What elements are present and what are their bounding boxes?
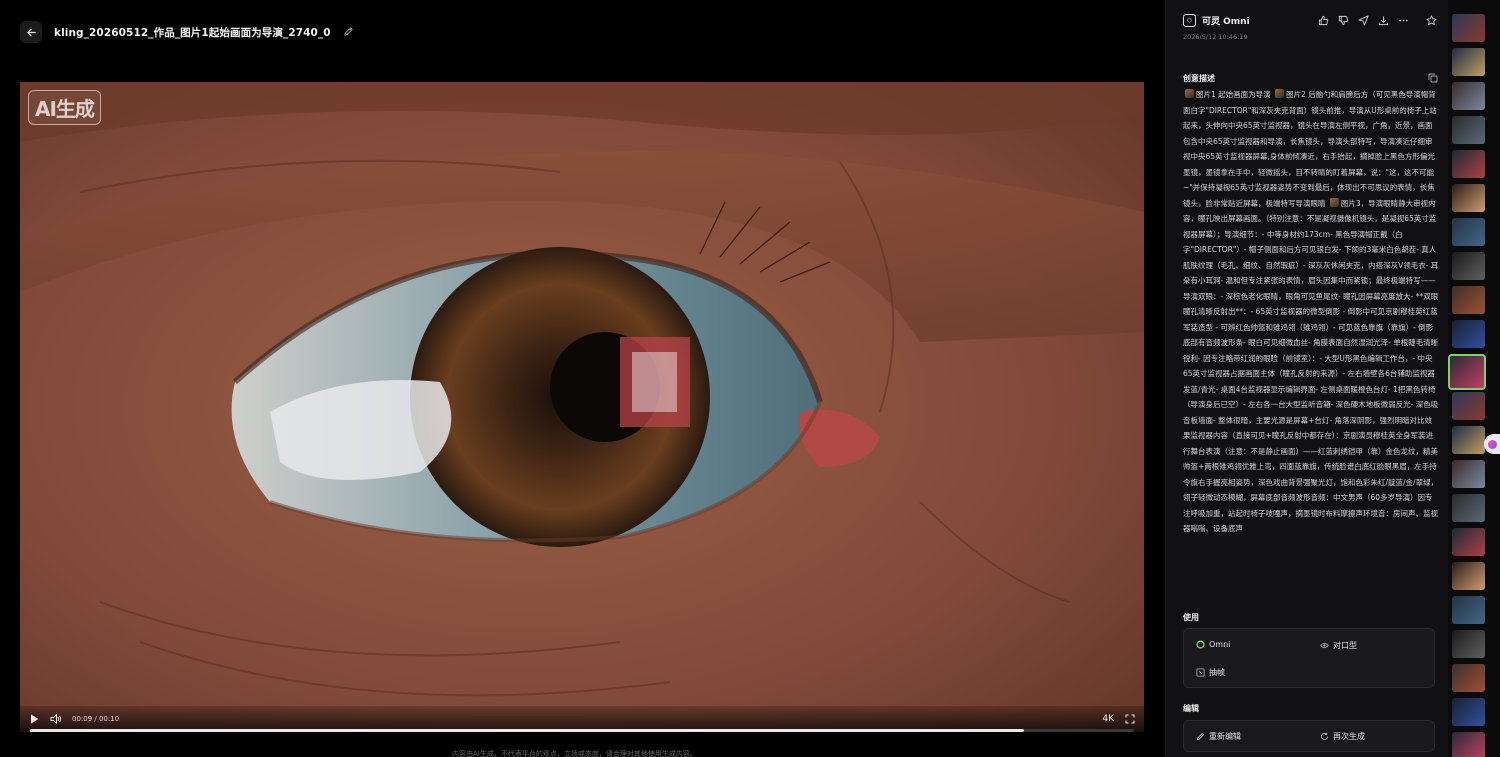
use-options: Omni 对口型 抽帧 — [1183, 628, 1435, 688]
history-thumbnail[interactable] — [1452, 252, 1485, 280]
history-thumbnail[interactable] — [1452, 494, 1485, 522]
prompt-text: ，导演眼睛静大审视内容，瞳孔映出屏幕画面。（特别注意：不是凝视摄像机镜头，是凝视… — [1183, 198, 1439, 534]
pencil-icon[interactable] — [343, 26, 355, 38]
history-thumbnail[interactable] — [1452, 320, 1485, 348]
image-ref-label: 图片2 — [1286, 90, 1306, 99]
extract-frame-button[interactable]: 抽帧 — [1196, 667, 1225, 678]
omni-label: Omni — [1209, 640, 1231, 649]
image-ref-label: 图片1 — [1196, 90, 1216, 99]
video-frame — [20, 82, 1144, 732]
volume-icon[interactable] — [50, 713, 62, 725]
created-date: 2026/5/12 10:46:19 — [1183, 33, 1248, 41]
assistant-icon — [1487, 439, 1497, 449]
omni-icon — [1196, 640, 1205, 649]
history-thumbnail[interactable] — [1452, 460, 1485, 488]
play-icon[interactable] — [28, 713, 40, 725]
assistant-float-button[interactable] — [1484, 434, 1500, 454]
lip-sync-label: 对口型 — [1333, 641, 1357, 650]
history-thumbnail[interactable] — [1452, 562, 1485, 590]
edit-title: 编辑 — [1183, 704, 1199, 713]
frame-icon — [1196, 668, 1205, 677]
progress-bar[interactable] — [30, 729, 1134, 732]
action-bar — [1318, 14, 1437, 26]
history-thumbnail[interactable] — [1452, 596, 1485, 624]
image-ref-thumb — [1275, 89, 1285, 98]
extract-frame-label: 抽帧 — [1209, 668, 1225, 677]
regenerate-label: 再次生成 — [1333, 732, 1365, 741]
history-thumbnail[interactable] — [1452, 286, 1485, 314]
use-title: 使用 — [1183, 613, 1199, 622]
thumbs-down-icon[interactable] — [1338, 15, 1349, 26]
refresh-icon — [1320, 732, 1329, 741]
image-ref-thumb — [1185, 89, 1194, 98]
more-icon[interactable] — [1398, 15, 1409, 26]
history-thumbnail[interactable] — [1452, 116, 1485, 144]
info-panel: ◇ 可灵 Omni 2026/5/12 10:46:19 创意描述 图片1 起始… — [1165, 0, 1448, 757]
desc-title: 创意描述 — [1183, 74, 1215, 83]
edit-options: 重新编辑 再次生成 — [1183, 720, 1435, 752]
model-name: 可灵 Omni — [1202, 16, 1250, 27]
history-thumbnail[interactable] — [1452, 218, 1485, 246]
video-player[interactable]: AI生成 00:09 / 00:10 4K — [20, 82, 1144, 732]
history-thumbnail[interactable] — [1452, 82, 1485, 110]
progress-fill — [30, 729, 1024, 732]
history-thumbnail[interactable] — [1452, 426, 1485, 454]
quality-label[interactable]: 4K — [1102, 714, 1114, 724]
history-thumbnail[interactable] — [1448, 354, 1486, 390]
copy-icon[interactable] — [1428, 73, 1438, 83]
prompt-text: 后脑勺和肩膀后方（可见黑色导演帽背面白字"DIRECTOR"和深灰夹克背面）镜头… — [1183, 90, 1437, 208]
history-thumbnail[interactable] — [1452, 732, 1485, 757]
download-icon[interactable] — [1378, 15, 1389, 26]
history-thumbnail[interactable] — [1452, 392, 1485, 420]
history-thumbnail[interactable] — [1452, 528, 1485, 556]
omni-button[interactable]: Omni — [1196, 640, 1230, 649]
history-thumbnails — [1448, 8, 1488, 757]
history-thumbnail[interactable] — [1452, 630, 1485, 658]
send-icon[interactable] — [1358, 14, 1369, 26]
pencil-icon — [1196, 732, 1205, 741]
panel-header: ◇ 可灵 Omni — [1183, 12, 1437, 28]
app-root: kling_20260512_作品_图片1起始画面为导演_2740_0 AI生成… — [0, 0, 1500, 757]
re-edit-button[interactable]: 重新编辑 — [1196, 731, 1241, 742]
prompt-description: 图片1 起始画面为导演 图片2 后脑勺和肩膀后方（可见黑色导演帽背面白字"DIR… — [1183, 87, 1439, 595]
arrow-left-icon — [26, 28, 36, 36]
star-icon[interactable] — [1426, 14, 1437, 26]
history-thumbnail[interactable] — [1452, 14, 1485, 42]
eye-icon — [1320, 641, 1329, 650]
history-thumbnail[interactable] — [1452, 698, 1485, 726]
model-icon: ◇ — [1183, 13, 1196, 27]
video-pane: kling_20260512_作品_图片1起始画面为导演_2740_0 AI生成… — [0, 0, 1165, 757]
page-title: kling_20260512_作品_图片1起始画面为导演_2740_0 — [54, 26, 331, 39]
fullscreen-icon[interactable] — [1124, 713, 1136, 725]
regenerate-button[interactable]: 再次生成 — [1320, 731, 1365, 742]
history-thumbnail[interactable] — [1452, 184, 1485, 212]
back-button[interactable] — [20, 21, 42, 43]
time-display: 00:09 / 00:10 — [72, 715, 120, 723]
thumbs-up-icon[interactable] — [1318, 15, 1329, 26]
ai-disclaimer: 内容由AI生成，不代表平台的观点，立场或态度，请合理对其他使用生成内容。 — [452, 750, 697, 757]
history-thumbnail[interactable] — [1452, 664, 1485, 692]
prompt-text: 起始画面为导演 — [1218, 90, 1271, 99]
history-thumbnail[interactable] — [1452, 150, 1485, 178]
topbar: kling_20260512_作品_图片1起始画面为导演_2740_0 — [20, 20, 355, 44]
history-thumbnail[interactable] — [1452, 48, 1485, 76]
image-ref-thumb — [1329, 197, 1339, 207]
re-edit-label: 重新编辑 — [1209, 732, 1241, 741]
image-ref-label: 图片3 — [1340, 198, 1361, 208]
lip-sync-button[interactable]: 对口型 — [1320, 640, 1357, 651]
ai-generated-badge: AI生成 — [28, 90, 101, 125]
